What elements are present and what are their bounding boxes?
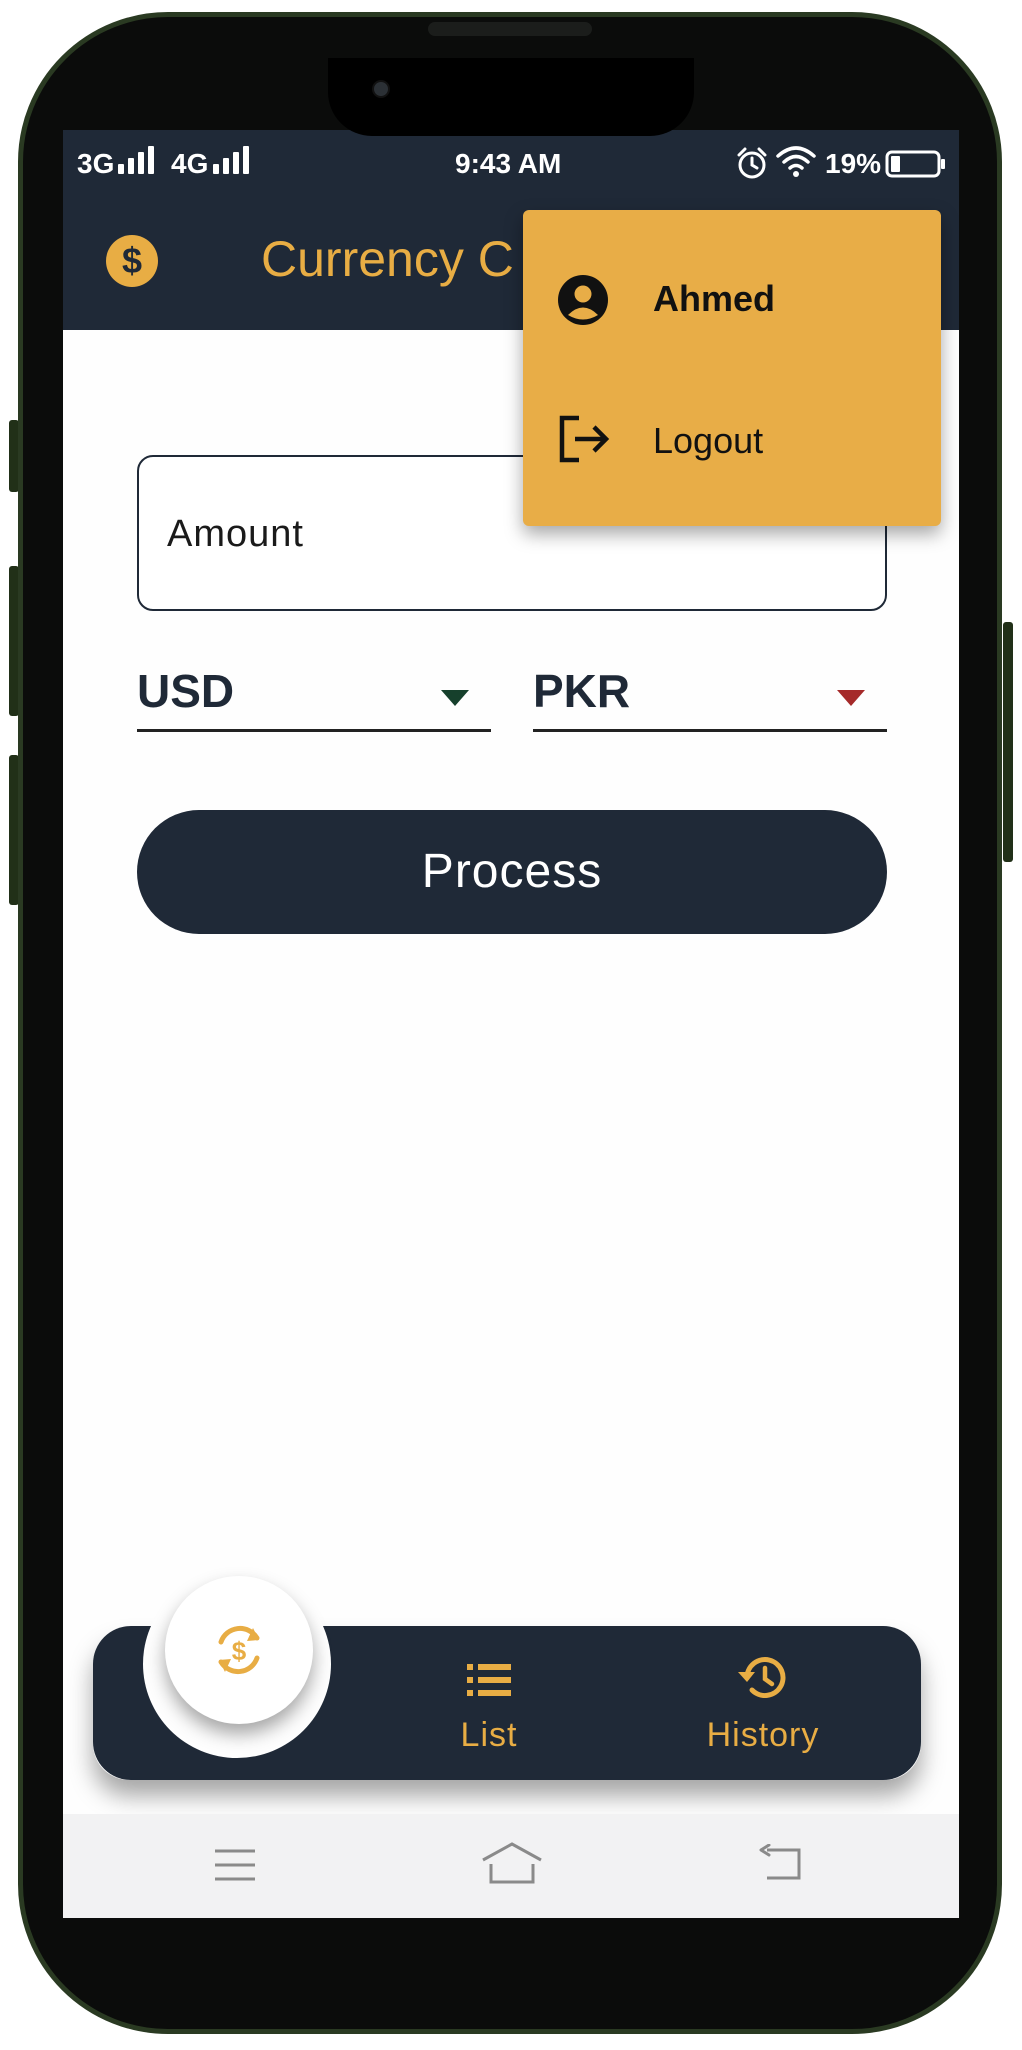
status-time: 9:43 AM (455, 148, 562, 179)
nav-item-history[interactable]: History (683, 1646, 843, 1766)
phone-speaker (428, 22, 592, 36)
caret-down-icon (441, 690, 469, 706)
signal-icon (213, 146, 253, 174)
list-icon (467, 1664, 511, 1696)
account-popup-menu: Ahmed Logout (523, 210, 941, 526)
phone-power-button (1003, 622, 1013, 862)
app-title: Currency C (261, 231, 514, 287)
from-currency-value: USD (137, 665, 235, 717)
phone-screen: 3G 4G 9:43 AM 19% $ Currency C Amount US… (63, 130, 959, 1918)
logout-icon (559, 415, 610, 463)
nav-item-convert[interactable]: $ (165, 1576, 313, 1724)
home-icon[interactable] (481, 1842, 543, 1886)
back-icon[interactable] (759, 1844, 807, 1884)
menu-label-logout: Logout (653, 420, 764, 461)
process-button[interactable]: Process (137, 810, 887, 934)
amount-input[interactable] (167, 509, 567, 559)
menu-label-profile: Ahmed (653, 278, 776, 319)
front-camera (372, 80, 390, 98)
dollar-coin-icon: $ (106, 235, 158, 287)
battery-icon (885, 150, 945, 178)
signal-icon (118, 146, 158, 174)
svg-text:$: $ (232, 1636, 247, 1666)
nav-label-list: List (460, 1716, 518, 1754)
currency-exchange-icon: $ (218, 1625, 260, 1675)
caret-down-icon (837, 690, 865, 706)
to-currency-value: PKR (533, 665, 631, 717)
network-type-1: 3G (77, 148, 115, 179)
status-bar: 3G 4G 9:43 AM 19% (63, 130, 959, 204)
wifi-icon (776, 146, 816, 177)
nav-label-history: History (706, 1716, 820, 1754)
battery-percent: 19% (825, 148, 882, 179)
system-nav-bar (63, 1814, 959, 1918)
menu-item-profile[interactable]: Ahmed (523, 230, 941, 370)
account-circle-icon (558, 275, 608, 325)
menu-icon[interactable] (213, 1848, 257, 1882)
history-icon (738, 1657, 786, 1699)
from-currency-dropdown[interactable]: USD (137, 652, 491, 732)
network-type-2: 4G (171, 148, 209, 179)
menu-item-logout[interactable]: Logout (523, 370, 941, 510)
to-currency-dropdown[interactable]: PKR (533, 652, 887, 732)
alarm-icon (737, 147, 767, 179)
svg-text:$: $ (122, 240, 142, 281)
nav-item-list[interactable]: List (419, 1646, 559, 1766)
